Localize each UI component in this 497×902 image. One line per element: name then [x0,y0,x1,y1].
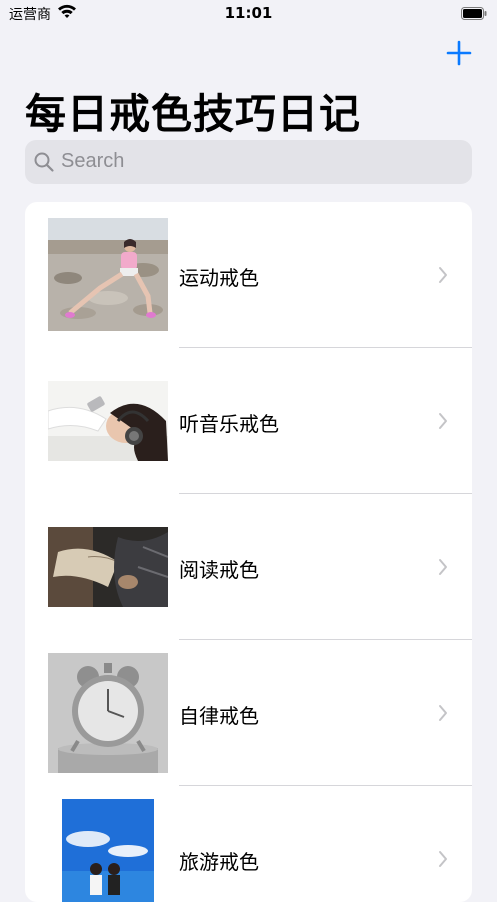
plus-icon [446,40,472,66]
travel-thumbnail [48,799,168,902]
add-entry-button[interactable] [444,38,474,68]
list-item-label: 阅读戒色 [179,558,259,582]
battery-icon [461,5,487,20]
exercise-thumbnail [48,218,168,331]
search-icon [33,151,55,173]
list-item-label: 旅游戒色 [179,850,259,874]
status-bar: 运营商 11:01 [0,0,497,28]
music-thumbnail [48,381,168,461]
technique-list: 运动戒色 听音乐戒色 阅读戒色 自律戒色 旅游戒色 [25,202,472,902]
list-item-self-discipline[interactable]: 自律戒色 [25,640,472,786]
clock-time: 11:01 [224,4,273,22]
chevron-right-icon [437,411,449,431]
search-input[interactable]: Search [25,140,472,184]
list-item-reading[interactable]: 阅读戒色 [25,494,472,640]
chevron-right-icon [437,703,449,723]
list-item-music[interactable]: 听音乐戒色 [25,348,472,494]
list-item-exercise[interactable]: 运动戒色 [25,202,472,348]
list-item-label: 听音乐戒色 [179,412,279,436]
search-placeholder: Search [61,150,125,172]
page-title: 每日戒色技巧日记 [25,90,361,138]
self-discipline-thumbnail [48,653,168,773]
list-item-travel[interactable]: 旅游戒色 [25,786,472,902]
chevron-right-icon [437,557,449,577]
chevron-right-icon [437,265,449,285]
list-item-label: 运动戒色 [179,266,259,290]
list-item-label: 自律戒色 [179,704,259,728]
reading-thumbnail [48,527,168,607]
chevron-right-icon [437,849,449,869]
